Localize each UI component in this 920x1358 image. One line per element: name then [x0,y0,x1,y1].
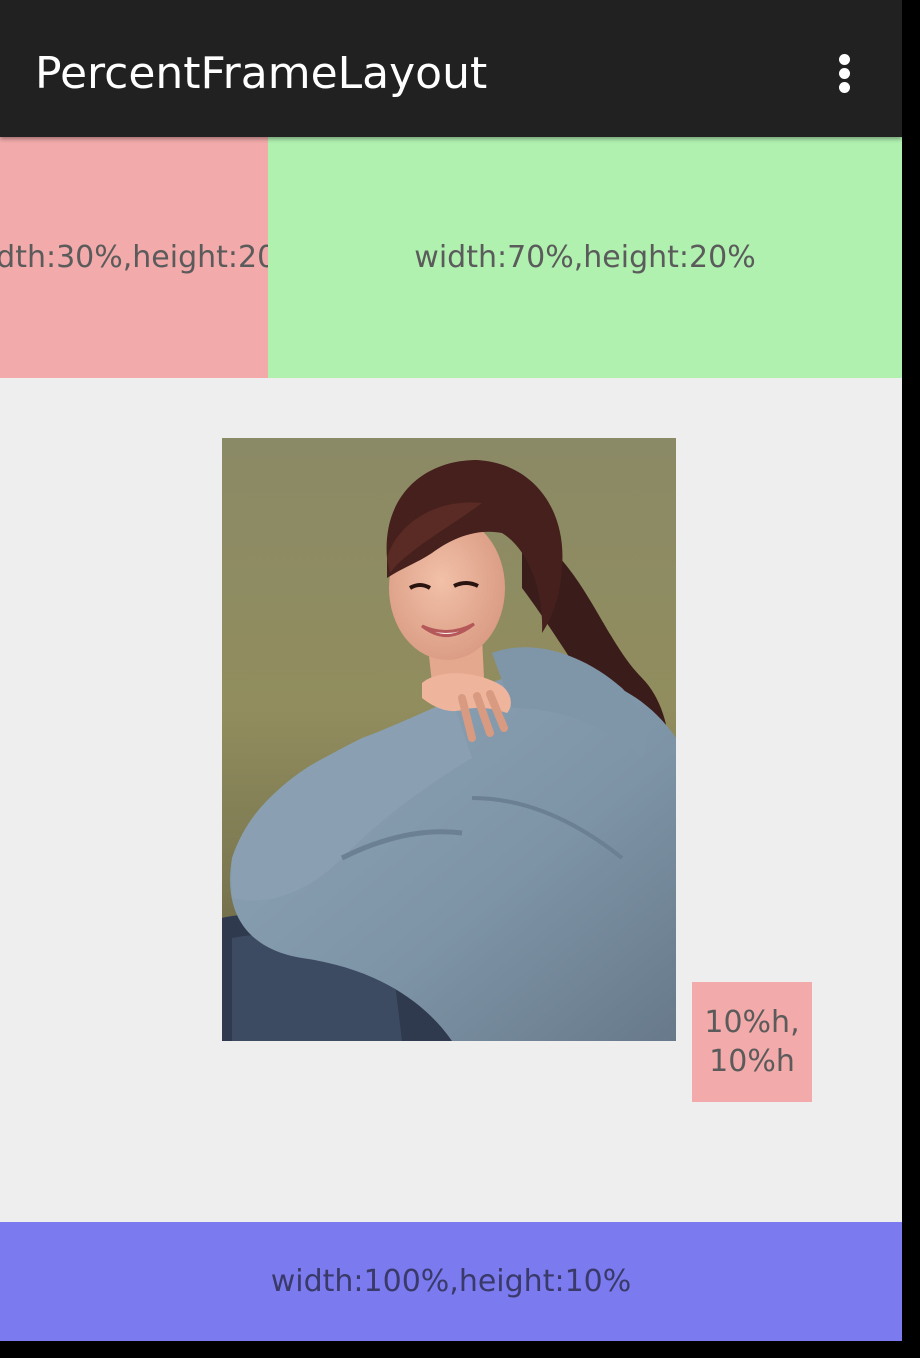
app-title: PercentFrameLayout [35,48,488,99]
app-screen: PercentFrameLayout width:30%,height:20% … [0,0,902,1341]
portrait-image [222,438,676,1041]
portrait-photo [222,438,676,1041]
box-label: width:70%,height:20% [414,240,756,275]
box-label: 10%h,10%h [704,1005,800,1079]
app-bar: PercentFrameLayout [0,0,902,137]
box-10h-10h: 10%h,10%h [692,982,812,1102]
box-width-100-height-10: width:100%,height:10% [0,1222,902,1341]
box-width-70-height-20: width:70%,height:20% [268,137,902,378]
box-label: width:30%,height:20% [0,240,305,275]
box-width-30-height-20: width:30%,height:20% [0,137,305,378]
box-label: width:100%,height:10% [270,1264,632,1299]
overflow-menu-icon[interactable] [818,38,874,106]
